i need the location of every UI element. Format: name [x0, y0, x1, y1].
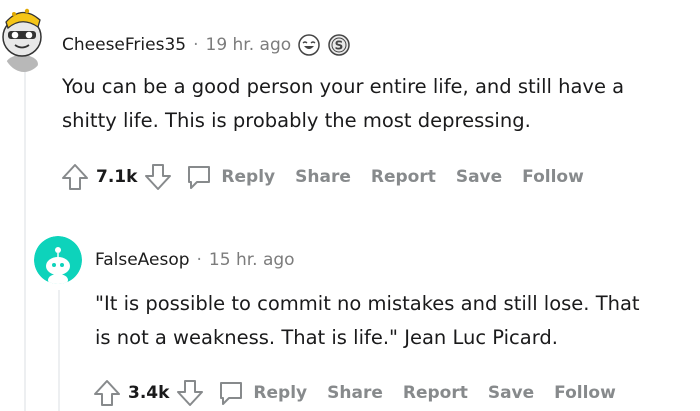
reply-label: Reply — [221, 167, 276, 187]
comment-meta: FalseAesop · 15 hr. ago — [95, 250, 295, 270]
report-button[interactable]: Report — [403, 383, 468, 403]
follow-button[interactable]: Follow — [554, 383, 616, 403]
save-button[interactable]: Save — [488, 383, 534, 403]
upvote-icon[interactable] — [90, 376, 124, 410]
default-snoo-avatar-icon — [34, 236, 82, 284]
laughing-face-award-icon[interactable] — [297, 33, 321, 57]
reply-bubble-icon — [215, 377, 247, 409]
vote-score: 7.1k — [96, 167, 138, 187]
reply-button[interactable]: Reply — [183, 161, 275, 193]
username-link[interactable]: CheeseFries35 — [62, 35, 186, 55]
comment-text-line: You can be a good person your entire lif… — [62, 75, 625, 98]
comment-text-line: shitty life. This is probably the most d… — [62, 109, 531, 132]
share-button[interactable]: Share — [327, 383, 383, 403]
user-avatar[interactable] — [34, 236, 82, 284]
downvote-icon[interactable] — [173, 376, 207, 410]
username-link[interactable]: FalseAesop — [95, 250, 190, 270]
comment-body: "It is possible to commit no mistakes an… — [95, 287, 640, 355]
upvote-icon[interactable] — [58, 160, 92, 194]
reply-bubble-icon — [183, 161, 215, 193]
comment-meta: CheeseFries35 · 19 hr. ago S — [62, 33, 351, 57]
vote-score: 3.4k — [128, 383, 170, 403]
report-button[interactable]: Report — [371, 167, 436, 187]
comment-text-line: is not a weakness. That is life." Jean L… — [95, 326, 558, 349]
save-button[interactable]: Save — [456, 167, 502, 187]
share-button[interactable]: Share — [295, 167, 351, 187]
timestamp[interactable]: 19 hr. ago — [206, 35, 292, 55]
separator-dot: · — [196, 250, 202, 270]
reply-label: Reply — [253, 383, 308, 403]
timestamp[interactable]: 15 hr. ago — [209, 250, 295, 270]
downvote-icon[interactable] — [141, 160, 175, 194]
comment-body: You can be a good person your entire lif… — [62, 70, 624, 138]
snoo-cheese-avatar-icon — [2, 8, 42, 72]
thread-line[interactable] — [58, 290, 60, 411]
comment-actions: 7.1k Reply Share Report Save Follow — [58, 160, 584, 194]
thread-line[interactable] — [24, 70, 26, 411]
user-avatar[interactable] — [0, 0, 48, 72]
silver-coin-award-icon[interactable]: S — [327, 33, 351, 57]
comment-text-line: "It is possible to commit no mistakes an… — [95, 292, 640, 315]
reply-button[interactable]: Reply — [215, 377, 307, 409]
comment-actions: 3.4k Reply Share Report Save Follow — [90, 376, 616, 410]
svg-text:S: S — [335, 39, 344, 53]
separator-dot: · — [193, 35, 199, 55]
follow-button[interactable]: Follow — [522, 167, 584, 187]
